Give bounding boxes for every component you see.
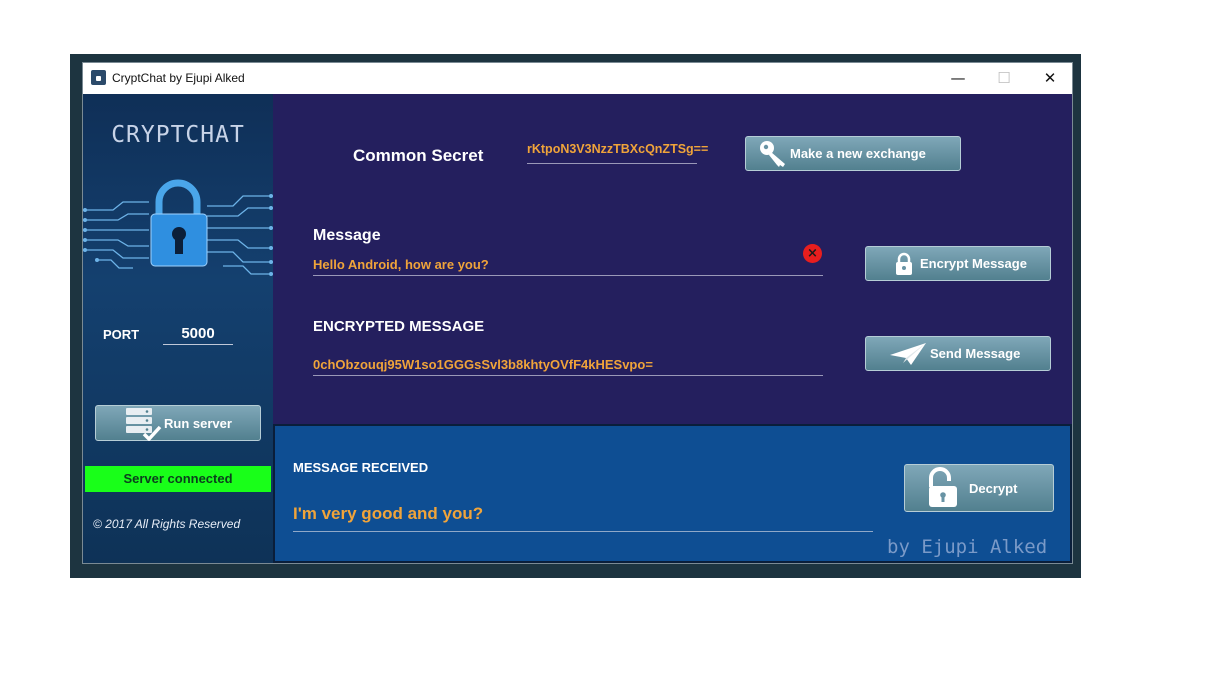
server-status-badge: Server connected — [85, 466, 271, 492]
run-server-label: Run server — [164, 415, 232, 431]
app-lock-icon — [91, 70, 106, 85]
server-check-icon — [124, 405, 164, 441]
key-icon — [758, 139, 788, 169]
received-panel: MESSAGE RECEIVED I'm very good and you? … — [273, 424, 1072, 563]
author-signature: by Ejupi Alked — [887, 536, 1048, 558]
app-window: CryptChat by Ejupi Alked — ☐ ✕ CRYPTCHAT — [82, 62, 1073, 564]
close-button[interactable]: ✕ — [1027, 63, 1073, 93]
encrypt-message-button[interactable]: Encrypt Message — [865, 246, 1051, 281]
minimize-button[interactable]: — — [935, 63, 981, 93]
send-message-label: Send Message — [930, 346, 1021, 361]
run-server-button[interactable]: Run server — [95, 405, 261, 441]
decrypt-label: Decrypt — [969, 480, 1018, 496]
app-logo-text: CRYPTCHAT — [111, 122, 245, 148]
paper-plane-icon — [888, 339, 928, 369]
message-input[interactable]: Hello Android, how are you? — [313, 254, 823, 276]
copyright-text: © 2017 All Rights Reserved — [93, 517, 241, 531]
make-new-exchange-button[interactable]: Make a new exchange — [745, 136, 961, 171]
title-bar: CryptChat by Ejupi Alked — ☐ ✕ — [83, 63, 1072, 94]
received-message-field[interactable]: I'm very good and you? — [293, 504, 873, 532]
port-input[interactable]: 5000 — [163, 325, 233, 345]
common-secret-label: Common Secret — [353, 146, 484, 165]
common-secret-field[interactable]: rKtpoN3V3NzzTBXcQnZTSg== — [527, 142, 708, 164]
main-panel: Common Secret rKtpoN3V3NzzTBXcQnZTSg== M… — [273, 94, 1072, 424]
send-message-button[interactable]: Send Message — [865, 336, 1051, 371]
message-received-label: MESSAGE RECEIVED — [293, 460, 429, 475]
encrypt-message-label: Encrypt Message — [920, 256, 1027, 271]
window-title: CryptChat by Ejupi Alked — [112, 71, 245, 85]
lock-icon — [892, 249, 916, 279]
message-label: Message — [313, 227, 381, 244]
encrypted-message-field[interactable]: 0chObzouqj95W1so1GGGsSvl3b8khtyOVfF4kHES… — [313, 354, 823, 376]
make-new-exchange-label: Make a new exchange — [790, 146, 926, 161]
decrypt-button[interactable]: Decrypt — [904, 464, 1054, 512]
port-label: PORT — [103, 327, 140, 342]
sidebar: CRYPTCHAT PORT 5000 Run server Server co… — [83, 94, 273, 563]
padlock-circuit-icon — [83, 179, 273, 276]
unlocked-lock-icon — [923, 466, 963, 510]
maximize-button[interactable]: ☐ — [981, 63, 1027, 93]
clear-message-icon[interactable]: × — [803, 244, 822, 263]
encrypted-message-label: ENCRYPTED MESSAGE — [313, 318, 485, 335]
